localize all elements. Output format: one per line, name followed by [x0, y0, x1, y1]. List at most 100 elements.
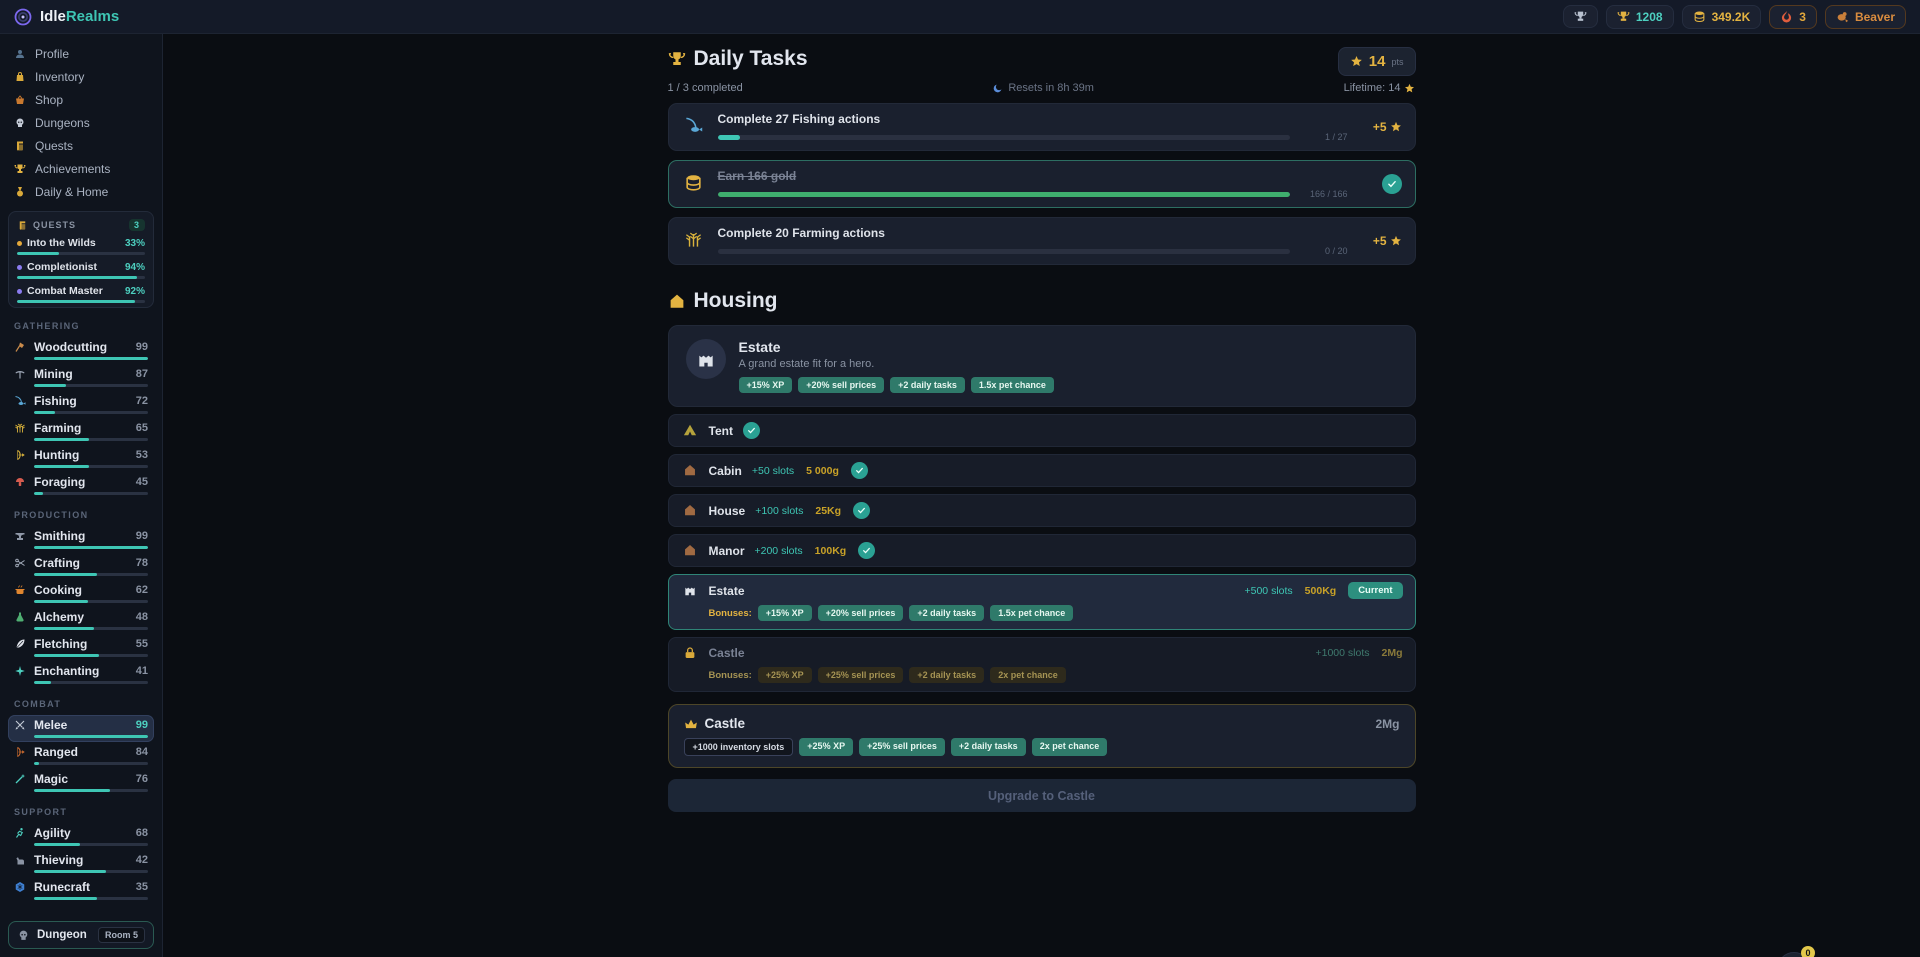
skill-row-fishing[interactable]: Fishing72 [8, 391, 154, 418]
tier-owned-check [743, 422, 760, 439]
reward-star-icon [1390, 235, 1402, 247]
bonuses-label: Bonuses: [709, 670, 752, 681]
task-card[interactable]: Complete 27 Fishing actions1 / 27+5 [668, 103, 1416, 151]
sidebar-item-profile[interactable]: Profile [8, 42, 154, 65]
header-stat-streak[interactable]: 3 [1769, 5, 1817, 29]
skill-row-hunting[interactable]: Hunting53 [8, 445, 154, 472]
header-stat-gold-value: 349.2K [1712, 10, 1751, 24]
next-bonus-badge: 2x pet chance [1032, 738, 1108, 756]
sidebar-item-inventory[interactable]: Inventory [8, 65, 154, 88]
task-list: Complete 27 Fishing actions1 / 27+5 Earn … [668, 103, 1416, 265]
skill-row-melee[interactable]: Melee99 [8, 715, 154, 742]
header-stat-monuments[interactable] [1563, 5, 1598, 28]
skull-icon [14, 117, 26, 129]
check-icon [855, 466, 864, 475]
housing-tier-castle[interactable]: Castle+1000 slots2MgBonuses:+25% XP+25% … [668, 637, 1416, 692]
sidebar-item-label: Shop [35, 93, 63, 107]
swords-icon [14, 719, 26, 731]
housing-tier-tent[interactable]: Tent [668, 414, 1416, 447]
trophy-icon [14, 163, 26, 175]
upgrade-button[interactable]: Upgrade to Castle [668, 779, 1416, 812]
next-bonus-badge: +25% sell prices [859, 738, 945, 756]
task-progressbar [718, 249, 1290, 254]
quest-scroll-icon [17, 220, 28, 231]
skill-row-foraging[interactable]: Foraging45 [8, 472, 154, 499]
task-reward-value: +5 [1373, 120, 1387, 134]
skill-progressbar [34, 492, 148, 495]
skill-row-magic[interactable]: Magic76 [8, 769, 154, 796]
skill-row-agility[interactable]: Agility68 [8, 823, 154, 850]
tier-main-row: House+100 slots25Kg [681, 502, 871, 519]
skill-row-mining[interactable]: Mining87 [8, 364, 154, 391]
header-stats: 1208 349.2K 3 Beaver [1563, 5, 1906, 29]
tier-right: +50 slots5 000g [752, 462, 868, 479]
housing-tier-house[interactable]: House+100 slots25Kg [668, 494, 1416, 527]
skill-level: 78 [136, 557, 148, 569]
housing-tier-cabin[interactable]: Cabin+50 slots5 000g [668, 454, 1416, 487]
daily-tasks-trophy-icon [668, 50, 686, 68]
skill-row-enchanting[interactable]: Enchanting41 [8, 661, 154, 688]
sidebar-item-dungeons[interactable]: Dungeons [8, 111, 154, 134]
task-card[interactable]: Complete 20 Farming actions0 / 20+5 [668, 217, 1416, 265]
skill-row-top: Agility68 [14, 826, 148, 840]
skill-row-ranged[interactable]: Ranged84 [8, 742, 154, 769]
quest-item-top: Into the Wilds33% [17, 237, 145, 249]
tier-slots: +50 slots [752, 465, 794, 477]
skill-row-fletching[interactable]: Fletching55 [8, 634, 154, 661]
quest-tracker-panel[interactable]: QUESTS 3 Into the Wilds33%Completionist9… [8, 211, 154, 308]
skill-row-top: Alchemy48 [14, 610, 148, 624]
daily-tasks-title: Daily Tasks [668, 47, 808, 71]
tasks-completed-count: 1 / 3 completed [668, 82, 743, 94]
points-unit: pts [1391, 57, 1403, 67]
lock-icon [683, 646, 697, 660]
skill-row-runecraft[interactable]: Runecraft35 [8, 877, 154, 904]
skill-progress-fill [34, 546, 148, 549]
header-stat-pet[interactable]: Beaver [1825, 5, 1906, 29]
skill-row-top: Magic76 [14, 772, 148, 786]
skill-sections: GATHERINGWoodcutting99Mining87Fishing72F… [8, 310, 154, 904]
sidebar-item-achievements[interactable]: Achievements [8, 157, 154, 180]
task-card[interactable]: Earn 166 gold166 / 166 [668, 160, 1416, 208]
tier-slots: +500 slots [1245, 585, 1293, 597]
skill-progress-fill [34, 600, 88, 603]
header-stat-trophies[interactable]: 1208 [1606, 5, 1674, 29]
skill-row-alchemy[interactable]: Alchemy48 [8, 607, 154, 634]
main-area: Daily Tasks 14 pts 1 / 3 completed Reset… [163, 34, 1920, 957]
sidebar-item-quests[interactable]: Quests [8, 134, 154, 157]
quest-progressbar [17, 252, 145, 255]
skill-name: Runecraft [34, 880, 90, 894]
skill-progress-fill [34, 357, 148, 360]
dungeon-status[interactable]: Dungeon Room 5 [8, 921, 154, 949]
section-label-support: SUPPORT [14, 807, 148, 817]
moon-icon [992, 83, 1003, 94]
skill-row-cooking[interactable]: Cooking62 [8, 580, 154, 607]
skill-row-thieving[interactable]: Thieving42 [8, 850, 154, 877]
sidebar-nav: ProfileInventory Shop Dungeons QuestsAchiev… [8, 42, 154, 203]
tier-main-row: Castle+1000 slots2Mg [681, 645, 1403, 661]
sidebar-item-daily-home[interactable]: Daily & Home [8, 180, 154, 203]
section-label-production: PRODUCTION [14, 510, 148, 520]
skill-row-smithing[interactable]: Smithing99 [8, 526, 154, 553]
tier-bonus-badge: +15% XP [758, 605, 812, 621]
skill-row-farming[interactable]: Farming65 [8, 418, 154, 445]
skill-progressbar [34, 546, 148, 549]
task-icon-wrap [682, 173, 706, 196]
housing-tier-estate[interactable]: Estate+500 slots500KgCurrentBonuses:+15%… [668, 574, 1416, 630]
skill-row-woodcutting[interactable]: Woodcutting99 [8, 337, 154, 364]
skill-row-top: Cooking62 [14, 583, 148, 597]
task-progressbar [718, 192, 1290, 197]
header-stat-gold[interactable]: 349.2K [1682, 5, 1762, 29]
quest-item[interactable]: Combat Master92% [17, 285, 145, 303]
quest-item[interactable]: Completionist94% [17, 261, 145, 279]
sidebar-item-label: Dungeons [35, 116, 90, 130]
crown-icon [684, 717, 698, 731]
quest-item[interactable]: Into the Wilds33% [17, 237, 145, 255]
housing-tier-manor[interactable]: Manor+200 slots100Kg [668, 534, 1416, 567]
skill-row-crafting[interactable]: Crafting78 [8, 553, 154, 580]
task-points-badge[interactable]: 14 pts [1338, 47, 1416, 76]
quest-percent: 94% [125, 262, 145, 273]
skill-name: Farming [34, 421, 81, 435]
feather-icon [14, 638, 26, 650]
sidebar-item-shop[interactable]: Shop [8, 88, 154, 111]
sparkle-icon [14, 665, 26, 677]
